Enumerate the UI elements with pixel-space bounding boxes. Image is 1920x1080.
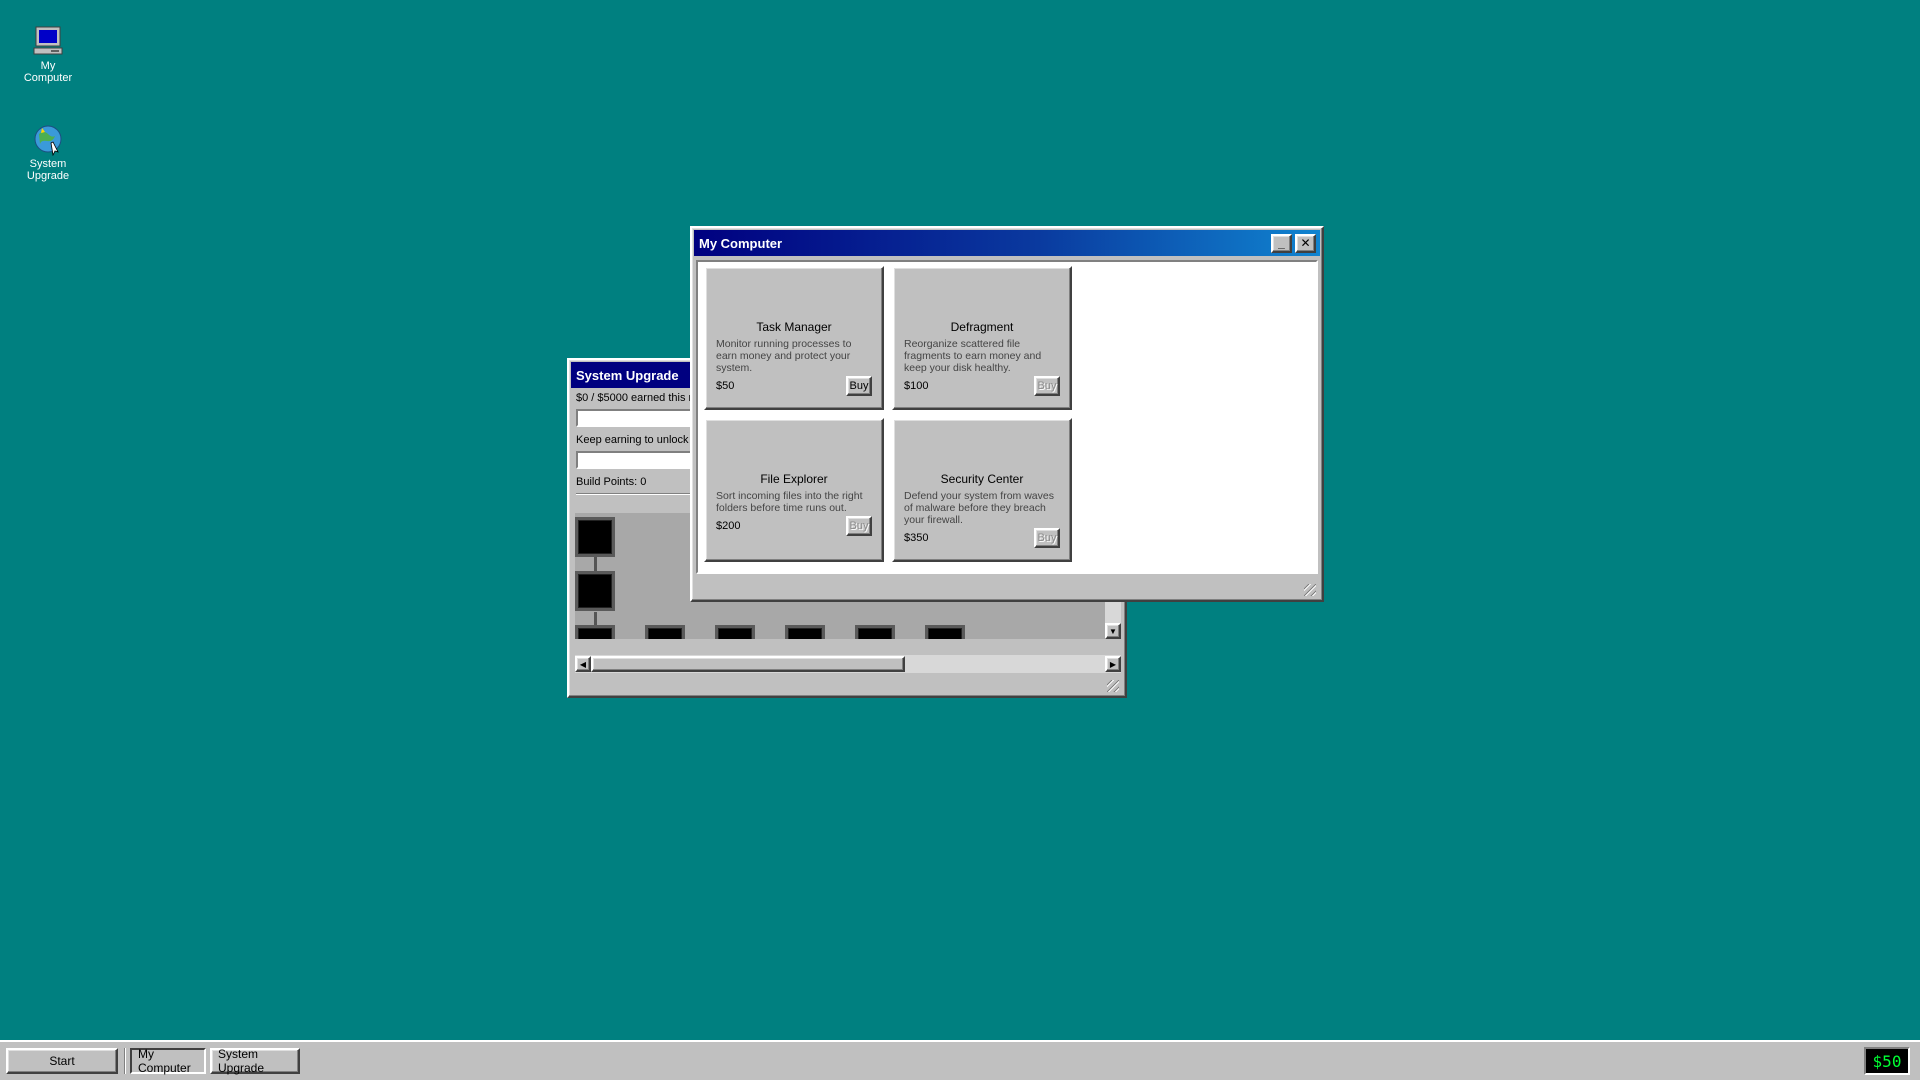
arrow-left-icon: ◀ (579, 659, 587, 669)
app-grid: Task Manager Monitor running processes t… (696, 260, 1318, 574)
scroll-right-button[interactable]: ▶ (1105, 656, 1121, 672)
globe-icon (34, 125, 62, 156)
upgrade-node[interactable] (645, 625, 685, 639)
buy-task-manager-button[interactable]: Buy (846, 376, 872, 396)
resize-grip-icon[interactable] (1304, 584, 1316, 596)
buy-security-center-button[interactable]: Buy (1034, 528, 1060, 548)
app-card-task-manager: Task Manager Monitor running processes t… (704, 266, 884, 410)
app-description: Sort incoming files into the right folde… (716, 490, 863, 514)
app-price: $50 (716, 380, 735, 392)
horizontal-scrollbar[interactable]: ◀ ▶ (575, 655, 1121, 673)
scroll-left-button[interactable]: ◀ (575, 656, 591, 672)
arrow-down-icon: ▼ (1109, 626, 1117, 636)
app-name: Security Center (940, 472, 1024, 486)
app-description: Reorganize scattered file fragments to e… (904, 338, 1042, 374)
close-icon: ✕ (1300, 236, 1311, 250)
scroll-down-button[interactable]: ▼ (1105, 623, 1121, 639)
app-price: $100 (904, 380, 929, 392)
tree-connector (594, 612, 597, 626)
upgrade-node[interactable] (575, 625, 615, 639)
scroll-thumb[interactable] (591, 656, 905, 672)
upgrade-node[interactable] (715, 625, 755, 639)
money-display: $50 (1864, 1047, 1910, 1075)
tree-connector (594, 557, 597, 571)
app-price: $200 (716, 520, 741, 532)
arrow-right-icon: ▶ (1109, 659, 1117, 669)
taskbar: Start My Computer System Upgrade $50 (0, 1040, 1920, 1080)
minimize-icon: _ (1278, 236, 1285, 250)
upgrade-node[interactable] (785, 625, 825, 639)
app-name: Defragment (950, 320, 1014, 334)
upgrade-node[interactable] (855, 625, 895, 639)
taskbar-divider (124, 1048, 126, 1074)
buy-defragment-button[interactable]: Buy (1034, 376, 1060, 396)
start-button[interactable]: Start (6, 1048, 118, 1074)
task-my-computer[interactable]: My Computer (130, 1047, 206, 1075)
app-name: Task Manager (756, 320, 832, 334)
app-card-security-center: Security Center Defend your system from … (892, 418, 1072, 562)
upgrade-node[interactable] (575, 517, 615, 557)
app-card-defragment: Defragment Reorganize scattered file fra… (892, 266, 1072, 410)
upgrade-node[interactable] (575, 571, 615, 611)
app-name: File Explorer (760, 472, 828, 486)
resize-grip-icon[interactable] (1107, 680, 1119, 692)
desktop-icon-my-computer[interactable]: My Computer (16, 24, 80, 84)
minimize-button[interactable]: _ (1271, 233, 1292, 253)
close-button[interactable]: ✕ (1295, 233, 1316, 253)
desktop-icon-label: System Upgrade (26, 158, 70, 182)
desktop-icon-system-upgrade[interactable]: System Upgrade (16, 122, 80, 182)
buy-file-explorer-button[interactable]: Buy (846, 516, 872, 536)
desktop-icon-label: My Computer (23, 60, 73, 84)
app-card-file-explorer: File Explorer Sort incoming files into t… (704, 418, 884, 562)
app-description: Monitor running processes to earn money … (716, 338, 852, 374)
app-description: Defend your system from waves of malware… (904, 490, 1054, 526)
upgrade-node[interactable] (925, 625, 965, 639)
app-price: $350 (904, 532, 929, 544)
task-system-upgrade[interactable]: System Upgrade (210, 1047, 300, 1075)
titlebar[interactable]: My Computer _ ✕ (694, 230, 1320, 256)
computer-icon (33, 26, 63, 55)
window-title: My Computer (699, 235, 783, 251)
my-computer-window[interactable]: My Computer _ ✕ Task Manager Monitor run… (690, 226, 1324, 602)
